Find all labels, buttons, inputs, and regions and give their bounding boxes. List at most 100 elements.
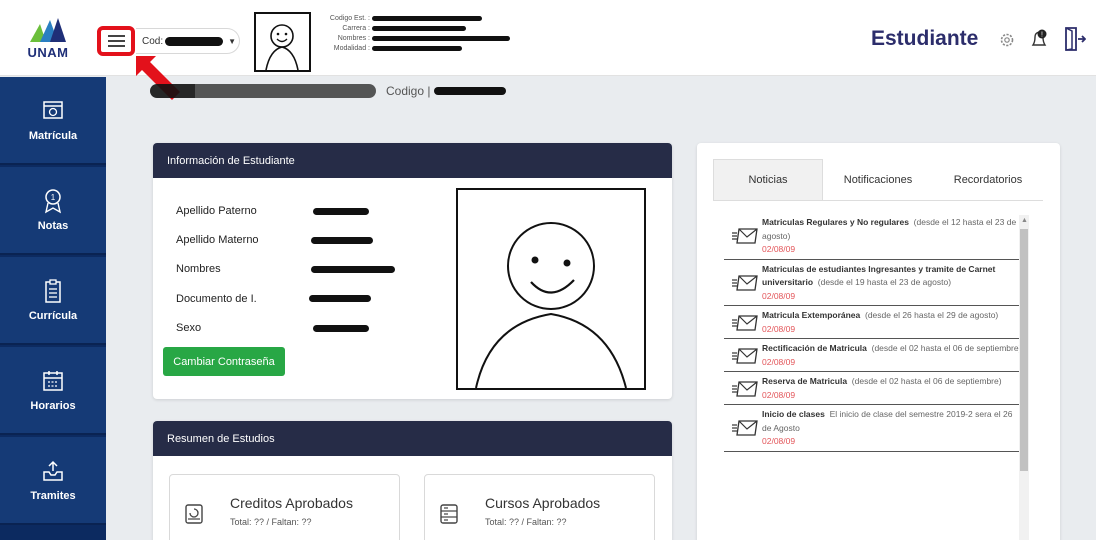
envelope-icon <box>732 275 758 291</box>
sidebar-item-label: Notas <box>37 220 69 232</box>
approved-credits-box: Creditos Aprobados Total: ?? / Faltan: ?… <box>169 474 400 540</box>
top-bar: UNAM Cod: ▼ Codigo Est. : Carrera : Nomb… <box>0 0 1096 100</box>
redacted-value <box>313 325 369 332</box>
news-date: 02/08/09 <box>762 389 796 400</box>
logout-icon[interactable] <box>1064 26 1086 52</box>
redacted-value <box>372 25 466 31</box>
news-title: Matriculas Regulares y No regulares <box>762 217 909 227</box>
news-item[interactable]: Rectificación de Matricula (desde el 02 … <box>724 339 1022 372</box>
stat-subtitle: Total: ?? / Faltan: ?? <box>485 517 567 527</box>
logo-text: UNAM <box>27 45 69 60</box>
menu-line <box>107 45 125 47</box>
news-item[interactable]: Matricula Extemporánea (desde el 26 hast… <box>724 306 1022 339</box>
role-title: Estudiante <box>871 27 979 50</box>
redacted-codigo <box>434 87 507 95</box>
redacted-student-name <box>150 84 376 98</box>
sidebar: Matrícula 1 Notas Currícula Horarios Tra… <box>0 77 106 540</box>
hard-drive-icon <box>185 504 203 524</box>
logo-mark-icon <box>30 18 66 42</box>
scroll-up-icon[interactable]: ▲ <box>1021 217 1028 224</box>
field-label: Nombres <box>176 263 221 275</box>
student-avatar-small <box>254 12 311 72</box>
envelope-icon <box>732 380 758 397</box>
avatar-drawing-icon <box>475 222 627 389</box>
approved-courses-box: Cursos Aprobados Total: ?? / Faltan: ?? <box>424 474 655 540</box>
stat-title: Cursos Aprobados <box>485 495 601 511</box>
info-label: Nombres : <box>337 34 370 42</box>
inbox-upload-icon <box>43 460 63 481</box>
sidebar-item-notas[interactable]: 1 Notas <box>0 167 106 255</box>
redacted-value <box>311 266 395 273</box>
news-item[interactable]: Matriculas Regulares y No regulares (des… <box>724 213 1022 260</box>
news-tabs: Noticias Notificaciones Recordatorios <box>713 159 1043 201</box>
card-title: Resumen de Estudios <box>153 421 672 456</box>
sidebar-item-curricula[interactable]: Currícula <box>0 257 106 345</box>
unam-logo[interactable]: UNAM <box>24 16 74 62</box>
study-summary-card: Resumen de Estudios Creditos Aprobados T… <box>153 421 672 540</box>
news-item[interactable]: Reserva de Matricula (desde el 02 hasta … <box>724 372 1022 405</box>
envelope-icon <box>732 420 758 436</box>
envelope-icon <box>732 347 758 364</box>
news-date: 02/08/09 <box>762 290 796 301</box>
info-label: Modalidad : <box>333 44 370 52</box>
sidebar-item-label: Matrícula <box>28 130 78 142</box>
news-title: Inicio de clases <box>762 409 825 419</box>
gear-icon[interactable] <box>998 31 1016 49</box>
menu-line <box>107 35 125 37</box>
news-body: (desde el 26 hasta el 29 de agosto) <box>865 310 999 320</box>
student-info-block: Codigo Est. : Carrera : Nombres : Modali… <box>312 13 522 53</box>
bell-icon[interactable]: ! <box>1029 27 1049 51</box>
scrollbar-thumb[interactable] <box>1020 229 1028 471</box>
news-body: (desde el 02 hasta el 06 de septiembre) <box>851 376 1002 386</box>
card-title: Información de Estudiante <box>153 143 672 178</box>
student-name-header: Codigo | <box>150 84 507 98</box>
sidebar-item-label: Currícula <box>28 310 78 322</box>
codigo-label: Codigo | <box>386 84 431 98</box>
register-icon <box>43 101 63 119</box>
news-date: 02/08/09 <box>762 356 796 367</box>
news-date: 02/08/09 <box>762 244 796 254</box>
server-stack-icon <box>440 504 458 524</box>
news-date: 02/08/09 <box>762 323 796 334</box>
stat-title: Creditos Aprobados <box>230 495 353 511</box>
sidebar-item-matricula[interactable]: Matrícula <box>0 77 106 165</box>
news-scrollbar[interactable]: ▲ <box>1019 215 1029 540</box>
news-title: Rectificación de Matricula <box>762 343 867 353</box>
envelope-icon <box>732 314 758 331</box>
info-label: Carrera : <box>342 24 370 32</box>
student-info-card: Información de Estudiante Apellido Pater… <box>153 143 672 399</box>
menu-line <box>107 40 125 42</box>
redacted-value <box>313 208 369 215</box>
field-label: Sexo <box>176 322 202 334</box>
news-item[interactable]: Matriculas de estudiantes Ingresantes y … <box>724 260 1022 306</box>
news-body: (desde el 19 hasta el 23 de agosto) <box>817 277 952 287</box>
news-card: Noticias Notificaciones Recordatorios Ma… <box>697 143 1060 540</box>
stat-subtitle: Total: ?? / Faltan: ?? <box>230 517 312 527</box>
redacted-value <box>309 295 371 302</box>
cod-label: Cod: <box>142 35 164 47</box>
svg-text:!: ! <box>1041 32 1043 39</box>
change-password-button[interactable]: Cambiar Contraseña <box>163 347 285 376</box>
field-label: Apellido Paterno <box>176 205 257 217</box>
tab-recordatorios[interactable]: Recordatorios <box>933 159 1043 200</box>
sidebar-item-label: Tramites <box>30 490 76 502</box>
tab-notificaciones[interactable]: Notificaciones <box>823 159 933 200</box>
news-item[interactable]: Inicio de clases El inicio de clase del … <box>724 405 1022 452</box>
grade-medal-icon: 1 <box>44 189 62 214</box>
info-label: Codigo Est. : <box>329 14 370 22</box>
news-body: (desde el 02 hasta el 06 de septiembre) <box>871 343 1022 353</box>
envelope-icon <box>732 228 758 244</box>
field-label: Documento de I. <box>176 293 257 305</box>
sidebar-item-label: Horarios <box>30 400 76 412</box>
redacted-value <box>372 15 482 21</box>
sidebar-item-tramites[interactable]: Tramites <box>0 437 106 525</box>
cod-select[interactable]: Cod: ▼ <box>136 28 240 54</box>
sidebar-item-horarios[interactable]: Horarios <box>0 347 106 435</box>
redacted-value <box>372 45 462 51</box>
tab-noticias[interactable]: Noticias <box>713 159 823 200</box>
news-date: 02/08/09 <box>762 436 796 446</box>
calendar-icon <box>43 371 63 391</box>
news-title: Matricula Extemporánea <box>762 310 861 320</box>
field-label: Apellido Materno <box>176 234 259 246</box>
redacted-code <box>165 36 224 46</box>
